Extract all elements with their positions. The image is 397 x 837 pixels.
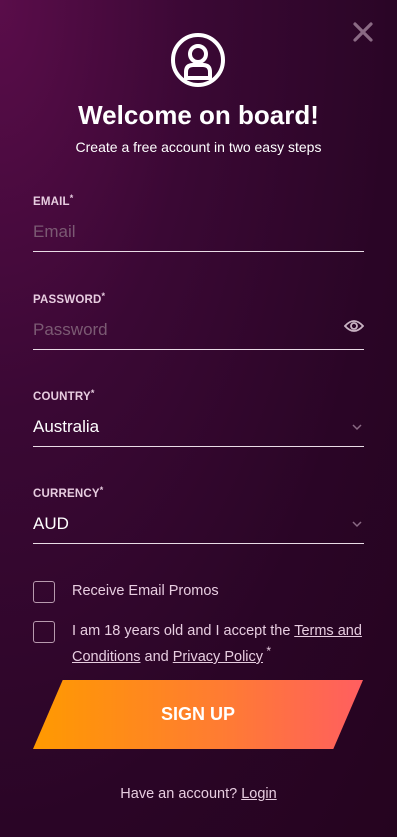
user-avatar-icon [171, 33, 225, 87]
email-field-group: EMAIL* [33, 193, 364, 252]
country-field-group: COUNTRY* Australia [33, 388, 364, 447]
chevron-down-icon [352, 520, 362, 527]
country-select[interactable]: Australia [33, 413, 364, 447]
password-field-group: PASSWORD* [33, 291, 364, 350]
page-title: Welcome on board! [78, 100, 319, 130]
currency-label: CURRENCY* [33, 485, 104, 500]
email-promos-row: Receive Email Promos [33, 581, 364, 603]
currency-select[interactable]: AUD [33, 510, 364, 544]
email-promos-checkbox[interactable] [33, 581, 55, 603]
login-prompt: Have an account? Login [120, 786, 277, 802]
password-label: PASSWORD* [33, 291, 106, 306]
country-value: Australia [33, 416, 100, 436]
terms-label: I am 18 years old and I accept the Terms… [72, 623, 362, 665]
sign-up-button[interactable]: SIGN UP [33, 680, 363, 749]
email-label: EMAIL* [33, 193, 74, 208]
terms-row: I am 18 years old and I accept the Terms… [33, 621, 364, 667]
terms-checkbox[interactable] [33, 621, 55, 643]
currency-field-group: CURRENCY* AUD [33, 485, 364, 544]
email-promos-label: Receive Email Promos [72, 583, 219, 599]
close-icon[interactable] [351, 20, 375, 44]
email-field[interactable] [33, 218, 364, 252]
privacy-policy-link[interactable]: Privacy Policy [173, 649, 263, 665]
page-subtitle: Create a free account in two easy steps [75, 139, 322, 155]
password-field[interactable] [33, 316, 364, 350]
currency-value: AUD [33, 513, 69, 533]
login-link[interactable]: Login [241, 786, 276, 802]
country-label: COUNTRY* [33, 388, 95, 403]
eye-icon[interactable] [344, 319, 364, 333]
chevron-down-icon [352, 423, 362, 430]
